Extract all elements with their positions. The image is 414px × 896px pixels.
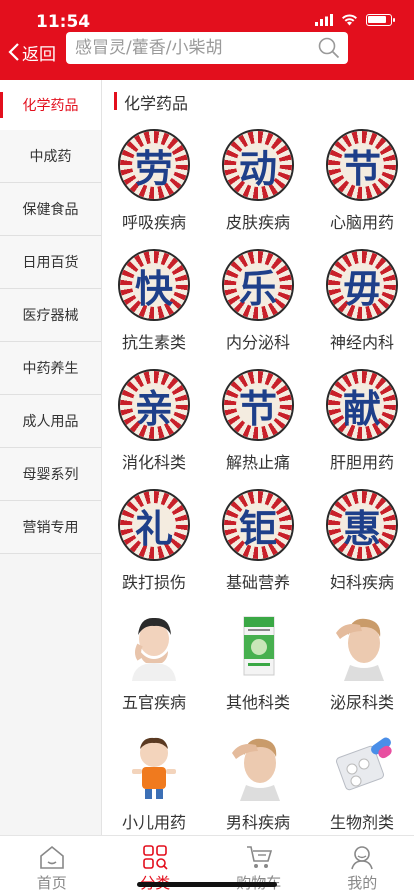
subcategory-label: 妇科疾病 [329, 573, 394, 592]
festival-badge-icon: 乐 [222, 249, 294, 321]
man-headache-photo [232, 738, 280, 801]
festival-badge-icon: 劳 [118, 129, 190, 201]
subcategory-label: 小儿用药 [121, 813, 186, 832]
home-icon [39, 845, 64, 869]
subcategory-label: 肝胆用药 [329, 453, 394, 472]
home-indicator [137, 882, 277, 887]
subcategory-label: 抗生素类 [121, 333, 186, 352]
section-title: 化学药品 [114, 90, 188, 114]
subcategory-item[interactable]: 小儿用药 [102, 726, 206, 836]
subcategory-label: 其他科类 [225, 693, 290, 712]
subcategory-item[interactable]: 节 心脑用药 [310, 126, 414, 246]
festival-badge-icon: 献 [326, 369, 398, 441]
sidebar-item-chinese-patent-medicine[interactable]: 中成药 [0, 130, 101, 183]
subcategory-item[interactable]: 乐 内分泌科 [206, 246, 310, 366]
festival-badge-icon: 快 [118, 249, 190, 321]
sidebar-item-tcm-wellness[interactable]: 中药养生 [0, 342, 101, 395]
search-icon[interactable] [318, 37, 340, 59]
sidebar-item-chemical-drugs[interactable]: 化学药品 [0, 80, 101, 130]
subcategory-item[interactable]: 其他科类 [206, 606, 310, 726]
subcategory-label: 泌尿科类 [329, 693, 394, 712]
sidebar-item-health-food[interactable]: 保健食品 [0, 183, 101, 236]
subcategory-item[interactable]: 男科疾病 [206, 726, 310, 836]
tab-profile-label: 我的 [347, 874, 378, 892]
subcategory-item[interactable]: 劳 呼吸疾病 [102, 126, 206, 246]
subcategory-item[interactable]: 泌尿科类 [310, 606, 414, 726]
sidebar-item-mother-baby[interactable]: 母婴系列 [0, 448, 101, 501]
category-content: 化学药品 劳 呼吸疾病 动 皮肤疾病 节 心脑用药 快 抗生素类 乐 内分泌科 … [102, 80, 414, 836]
signal-icon [315, 14, 333, 26]
subcategory-label: 皮肤疾病 [225, 213, 290, 232]
back-label: 返回 [22, 44, 56, 65]
category-sidebar: 化学药品 中成药 保健食品 日用百货 医疗器械 中药养生 成人用品 母婴系列 营… [0, 80, 102, 836]
subcategory-label: 生物剂类 [329, 813, 394, 832]
tab-category[interactable]: 分类 [104, 836, 208, 896]
sidebar-item-marketing[interactable]: 营销专用 [0, 501, 101, 554]
festival-badge-icon: 节 [326, 129, 398, 201]
subcategory-item[interactable]: 毋 神经内科 [310, 246, 414, 366]
subcategory-label: 五官疾病 [121, 693, 186, 712]
subcategory-label: 消化科类 [121, 453, 186, 472]
tab-home[interactable]: 首页 [0, 836, 104, 896]
back-button[interactable]: 返回 [8, 38, 56, 66]
subcategory-grid: 劳 呼吸疾病 动 皮肤疾病 节 心脑用药 快 抗生素类 乐 内分泌科 毋 神经内… [102, 126, 414, 836]
subcategory-label: 解热止痛 [225, 453, 290, 472]
festival-badge-icon: 毋 [326, 249, 398, 321]
subcategory-item[interactable]: 亲 消化科类 [102, 366, 206, 486]
wifi-icon [342, 14, 357, 26]
subcategory-item[interactable]: 钜 基础营养 [206, 486, 310, 606]
subcategory-label: 心脑用药 [329, 213, 394, 232]
tab-cart[interactable]: 购物车 [207, 836, 311, 896]
festival-badge-icon: 钜 [222, 489, 294, 561]
festival-badge-icon: 动 [222, 129, 294, 201]
subcategory-item[interactable]: 动 皮肤疾病 [206, 126, 310, 246]
child-crying-photo [132, 617, 176, 681]
subcategory-label: 跌打损伤 [121, 573, 186, 592]
sidebar-item-medical-devices[interactable]: 医疗器械 [0, 289, 101, 342]
capsule-blister-photo [336, 737, 392, 791]
subcategory-label: 内分泌科 [225, 333, 290, 352]
subcategory-item[interactable]: 节 解热止痛 [206, 366, 310, 486]
tab-home-label: 首页 [36, 874, 67, 892]
subcategory-item[interactable]: 快 抗生素类 [102, 246, 206, 366]
search-input[interactable] [75, 38, 315, 58]
battery-icon [366, 14, 395, 26]
subcategory-item[interactable]: 惠 妇科疾病 [310, 486, 414, 606]
man-headache-photo [336, 618, 384, 681]
tab-profile[interactable]: 我的 [311, 836, 414, 896]
subcategory-label: 基础营养 [225, 573, 290, 592]
cart-icon [246, 846, 272, 868]
chevron-left-icon [8, 43, 19, 61]
festival-badge-icon: 节 [222, 369, 294, 441]
medicine-spray-box [243, 616, 275, 676]
festival-badge-icon: 亲 [118, 369, 190, 441]
subcategory-item[interactable]: 生物剂类 [310, 726, 414, 836]
status-time: 11:54 [36, 12, 91, 32]
festival-badge-icon: 惠 [326, 489, 398, 561]
search-box[interactable] [66, 32, 348, 64]
sidebar-item-adult-products[interactable]: 成人用品 [0, 395, 101, 448]
subcategory-item[interactable]: 礼 跌打损伤 [102, 486, 206, 606]
top-header: 11:54 返回 [0, 0, 414, 80]
toddler-photo [132, 737, 176, 799]
festival-badge-icon: 礼 [118, 489, 190, 561]
subcategory-item[interactable]: 献 肝胆用药 [310, 366, 414, 486]
subcategory-label: 神经内科 [329, 333, 394, 352]
profile-icon [351, 846, 374, 870]
status-icons [315, 14, 395, 26]
category-icon [143, 845, 168, 870]
sidebar-item-daily-goods[interactable]: 日用百货 [0, 236, 101, 289]
subcategory-item[interactable]: 五官疾病 [102, 606, 206, 726]
subcategory-label: 呼吸疾病 [121, 213, 186, 232]
subcategory-label: 男科疾病 [225, 813, 290, 832]
